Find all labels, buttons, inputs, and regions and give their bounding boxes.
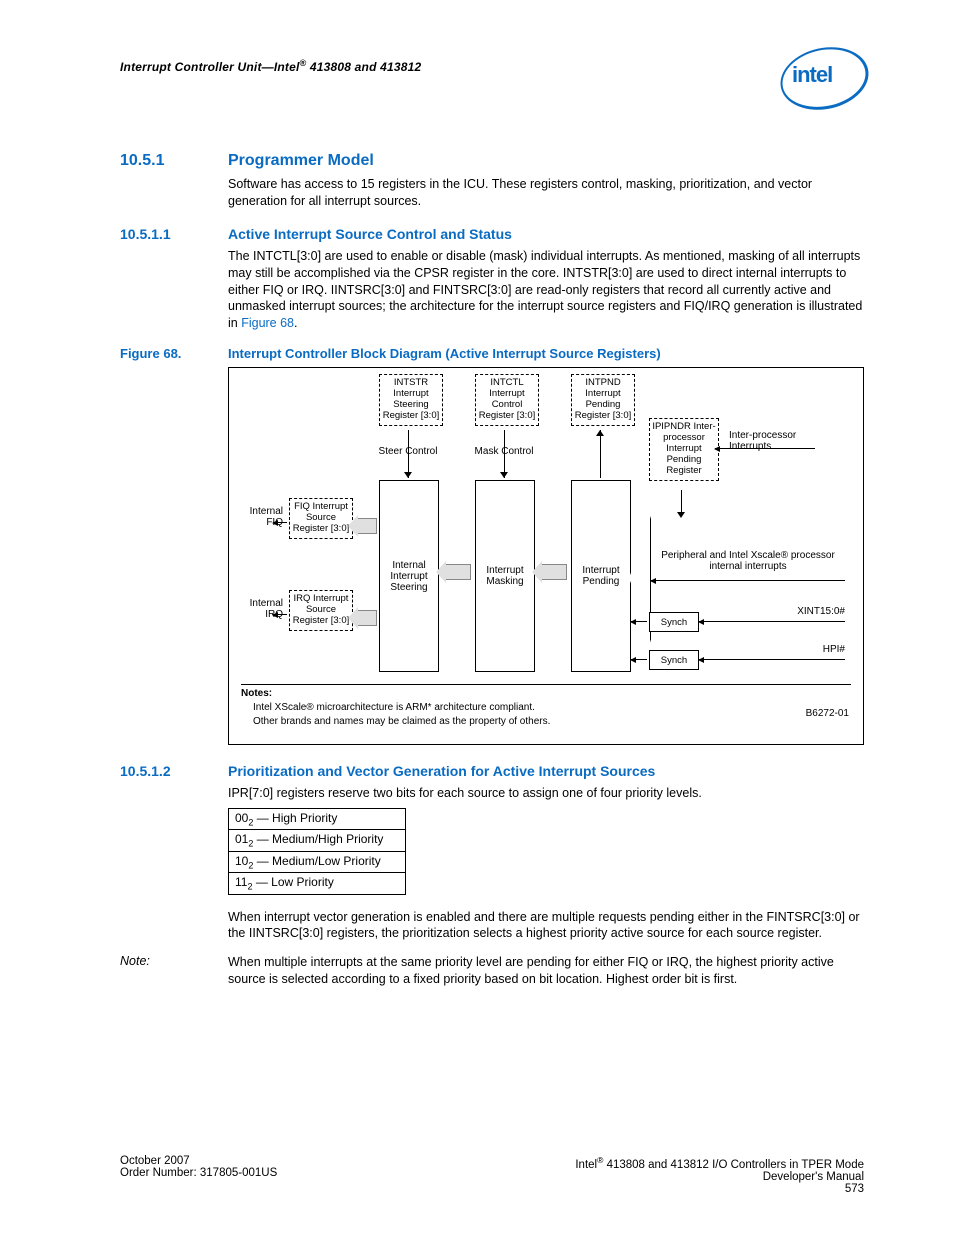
reg-intctl: INTCTL Interrupt Control Register [3:0] [475,374,539,426]
block-masking: Interrupt Masking [475,480,535,672]
block-diagram: INTSTR Interrupt Steering Register [3:0]… [228,367,864,745]
figure-caption: Interrupt Controller Block Diagram (Acti… [228,346,661,361]
body-paragraph: When interrupt vector generation is enab… [228,909,864,943]
arrow-icon [357,518,377,534]
reg-irq-src: IRQ Interrupt Source Register [3:0] [289,590,353,631]
figure-number: Figure 68. [120,346,181,361]
reg-intpnd: INTPND Interrupt Pending Register [3:0] [571,374,635,426]
footer-manual: Developer's Manual [575,1171,864,1183]
note-body: When multiple interrupts at the same pri… [228,954,864,988]
table-row: 112 — Low Priority [229,873,406,894]
running-header: Interrupt Controller Unit—Intel® 413808 … [120,58,864,74]
priority-table: 002 — High Priority012 — Medium/High Pri… [228,808,406,895]
table-row: 102 — Medium/Low Priority [229,851,406,872]
body-paragraph: The INTCTL[3:0] are used to enable or di… [228,248,864,332]
section-title: Programmer Model [228,152,864,170]
block-synch: Synch [649,612,699,632]
intel-logo: intel [780,48,864,104]
label-mask-control: Mask Control [465,446,543,457]
section-number: 10.5.1.2 [120,763,228,779]
label-hpi: HPI# [789,644,845,655]
footer-date: October 2007 [120,1155,277,1167]
table-row: 012 — Medium/High Priority [229,830,406,851]
page-number: 573 [575,1183,864,1195]
footer-order-number: Order Number: 317805-001US [120,1167,277,1179]
block-steering: Internal Interrupt Steering [379,480,439,672]
body-paragraph: Software has access to 15 registers in t… [228,176,864,210]
arrow-icon [357,610,377,626]
block-synch: Synch [649,650,699,670]
figure-link[interactable]: Figure 68 [241,316,294,330]
notes-header: Notes: [241,688,272,699]
reg-ipipndr: IPIPNDR Inter-processor Interrupt Pendin… [649,418,719,481]
running-title: Interrupt Controller Unit—Intel® 413808 … [120,60,421,74]
section-title: Prioritization and Vector Generation for… [228,763,864,779]
diagram-id: B6272-01 [806,708,849,719]
arrow-icon [541,564,567,580]
reg-intstr: INTSTR Interrupt Steering Register [3:0] [379,374,443,426]
section-title: Active Interrupt Source Control and Stat… [228,226,864,242]
arrow-icon [445,564,471,580]
section-number: 10.5.1 [120,152,228,170]
footer-product: Intel® 413808 and 413812 I/O Controllers… [575,1155,864,1171]
reg-fiq-src: FIQ Interrupt Source Register [3:0] [289,498,353,539]
block-pending: Interrupt Pending [571,480,631,672]
body-paragraph: IPR[7:0] registers reserve two bits for … [228,785,864,802]
table-row: 002 — High Priority [229,809,406,830]
label-ipi: Inter-processor Interrupts [729,430,829,452]
label-periph: Peripheral and Intel Xscale® processor i… [653,550,843,572]
note-label: Note: [120,954,150,968]
section-number: 10.5.1.1 [120,226,228,242]
page-footer: October 2007 Order Number: 317805-001US … [120,1155,864,1195]
logo-text: intel [792,62,832,88]
label-xint: XINT15:0# [769,606,845,617]
note-line: Intel XScale® microarchitecture is ARM* … [253,702,693,713]
label-steer-control: Steer Control [369,446,447,457]
note-line: Other brands and names may be claimed as… [253,716,693,727]
